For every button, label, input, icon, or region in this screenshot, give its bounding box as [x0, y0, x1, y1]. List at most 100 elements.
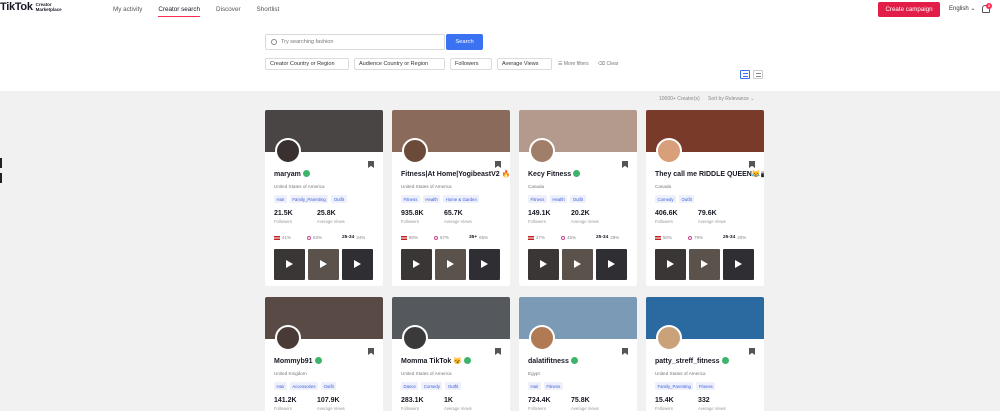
video-thumbnail[interactable]	[308, 249, 339, 280]
nav-my-activity[interactable]: My activity	[113, 0, 142, 19]
age-pct: 65%	[479, 235, 489, 240]
creator-card[interactable]: They call me RIDDLE QUEEN😹📷 Canada Comedy O…	[646, 110, 764, 286]
verified-badge-icon	[721, 357, 729, 364]
search-field[interactable]	[265, 34, 445, 50]
followers-value: 406.6K	[655, 210, 678, 217]
logo-text: TikTok	[0, 1, 33, 13]
bookmark-icon[interactable]	[495, 348, 501, 355]
creator-card[interactable]: dalatifitness Egypt Hair Fitness 724.4K 75.8K…	[519, 297, 637, 411]
video-thumbnails	[401, 249, 500, 280]
video-thumbnail[interactable]	[689, 249, 720, 280]
tiktok-creator-marketplace-logo[interactable]: TikTok Creator Marketplace	[0, 1, 70, 13]
category-tag: Comedy	[421, 382, 443, 390]
average-views-value: 65.7K	[444, 210, 463, 217]
average-views-value: 20.2K	[571, 210, 590, 217]
audience-country-pct: 27%	[536, 235, 546, 240]
tag-list: Hair Fitness	[528, 382, 563, 390]
video-thumbnail[interactable]	[528, 249, 559, 280]
search-button[interactable]: Search	[446, 34, 483, 50]
grid-view-toggle[interactable]	[740, 70, 750, 79]
creator-name[interactable]: Kecy Fitness	[528, 170, 581, 178]
female-pct: 67%	[440, 235, 450, 240]
avatar[interactable]	[275, 325, 301, 351]
list-view-toggle[interactable]	[753, 70, 763, 79]
avatar[interactable]	[275, 138, 301, 164]
create-campaign-button[interactable]: Create campaign	[878, 2, 940, 17]
bookmark-icon[interactable]	[749, 161, 755, 168]
avatar[interactable]	[402, 138, 428, 164]
creator-card[interactable]: maryam United States of America Hair Family…	[265, 110, 383, 286]
age-pct: 40%	[737, 235, 747, 240]
tag-list: Fitness Health Home & Garden	[401, 195, 480, 203]
bookmark-icon[interactable]	[495, 161, 501, 168]
verified-badge-icon	[314, 357, 322, 364]
creator-name[interactable]: maryam	[274, 170, 310, 178]
filter-creator-country[interactable]: Creator Country or Region	[265, 58, 349, 70]
avatar[interactable]	[656, 138, 682, 164]
sort-selector[interactable]: Sort by Relevance ⌄	[708, 96, 754, 102]
creator-name[interactable]: patty_streff_fitness	[655, 357, 729, 365]
followers-value: 21.5K	[274, 210, 293, 217]
creator-name[interactable]: Fitness|At Home|YogibeastV2 🔥	[401, 170, 510, 178]
audience-gender-stat: 63%	[307, 235, 322, 240]
creator-country: Egypt	[528, 371, 540, 376]
more-filters-button[interactable]: ☰ More filters	[558, 58, 589, 70]
search-input[interactable]	[281, 39, 431, 45]
creator-card[interactable]: Fitness|At Home|YogibeastV2 🔥 United Stat…	[392, 110, 510, 286]
creator-name[interactable]: Momma TikTok 😼	[401, 357, 471, 365]
followers-label: Followers	[401, 219, 419, 224]
creator-card[interactable]: patty_streff_fitness United States of Ame…	[646, 297, 764, 411]
category-tag: Hair	[528, 382, 541, 390]
filter-audience-country[interactable]: Audience Country or Region	[354, 58, 445, 70]
bookmark-icon[interactable]	[749, 348, 755, 355]
average-views-value: 332	[698, 397, 710, 404]
video-thumbnail[interactable]	[342, 249, 373, 280]
category-tag: Hair	[274, 382, 287, 390]
average-views-label: Average Views	[317, 406, 345, 411]
filter-followers[interactable]: Followers	[450, 58, 492, 70]
audience-gender-stat: 79%	[688, 235, 703, 240]
audience-country-stat: 50%	[655, 235, 672, 240]
followers-value: 283.1K	[401, 397, 424, 404]
category-tag: Outfit	[321, 382, 337, 390]
creator-name[interactable]: dalatifitness	[528, 357, 578, 365]
age-pct: 28%	[610, 235, 620, 240]
average-views-label: Average Views	[317, 219, 345, 224]
avatar[interactable]	[402, 325, 428, 351]
creator-card[interactable]: Mommyb91 United Kingdom Hair Accessories Out…	[265, 297, 383, 411]
nav-creator-search[interactable]: Creator search	[158, 0, 200, 19]
bookmark-icon[interactable]	[622, 348, 628, 355]
video-thumbnail[interactable]	[723, 249, 754, 280]
category-tag: Comedy	[655, 195, 677, 203]
avatar[interactable]	[656, 325, 682, 351]
followers-label: Followers	[655, 406, 673, 411]
video-thumbnail[interactable]	[401, 249, 432, 280]
creator-country: United States of America	[401, 371, 452, 376]
video-thumbnail[interactable]	[274, 249, 305, 280]
us-flag-icon	[655, 235, 661, 240]
video-thumbnail[interactable]	[655, 249, 686, 280]
nav-shortlist[interactable]: Shortlist	[257, 0, 280, 19]
bookmark-icon[interactable]	[368, 348, 374, 355]
language-selector[interactable]: English ⌄	[949, 0, 975, 19]
avatar[interactable]	[529, 325, 555, 351]
filter-average-views[interactable]: Average Views	[497, 58, 552, 70]
video-thumbnail[interactable]	[596, 249, 627, 280]
nav-discover[interactable]: Discover	[216, 0, 241, 19]
creator-name-text: They call me RIDDLE QUEEN😹📷	[655, 171, 764, 178]
video-thumbnail[interactable]	[469, 249, 500, 280]
video-thumbnail[interactable]	[562, 249, 593, 280]
female-pct: 45%	[567, 235, 577, 240]
bookmark-icon[interactable]	[368, 161, 374, 168]
clear-filters-button[interactable]: ⌫ Clear	[598, 58, 618, 70]
creator-name[interactable]: They call me RIDDLE QUEEN😹📷	[655, 170, 764, 178]
creator-card[interactable]: Momma TikTok 😼 United States of America Da…	[392, 297, 510, 411]
creator-name[interactable]: Mommyb91	[274, 357, 322, 365]
category-tag: Fitness	[401, 195, 420, 203]
bookmark-icon[interactable]	[622, 161, 628, 168]
video-thumbnail[interactable]	[435, 249, 466, 280]
creator-card[interactable]: Kecy Fitness Canada Fitness Health Outfit 149…	[519, 110, 637, 286]
audience-country-stat: 27%	[528, 235, 545, 240]
followers-label: Followers	[528, 406, 546, 411]
avatar[interactable]	[529, 138, 555, 164]
